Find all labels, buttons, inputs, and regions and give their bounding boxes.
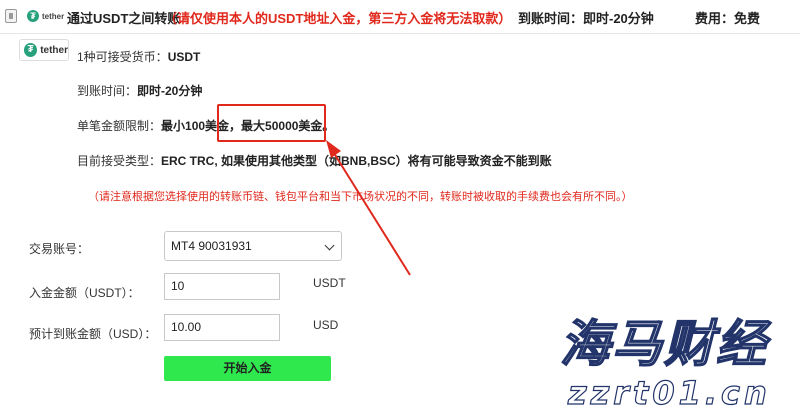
tether-logo-badge: ₮ tether: [19, 39, 69, 61]
account-label: 交易账号：: [29, 242, 90, 256]
type-label: 目前接受类型：: [77, 154, 162, 168]
fee-text: 费用：免费: [695, 11, 761, 26]
arrival-time: 到账时间：即时-20分钟: [518, 11, 654, 26]
type-line: 目前接受类型：ERC TRC, 如果使用其他类型（如BNB,BSC）将有可能导致…: [77, 152, 552, 169]
start-deposit-button[interactable]: 开始入金: [164, 356, 331, 381]
currency-value: USDT: [167, 50, 201, 64]
tether-mini-wordmark: tether: [42, 11, 65, 21]
tether-coin-icon: ₮: [27, 10, 39, 22]
fee-note: （请注意根据您选择使用的转账币链、钱包平台和当下市场状况的不同，转账时被收取的手…: [88, 191, 633, 203]
estimate-amount-input[interactable]: 10.00: [164, 314, 280, 341]
deposit-amount-input[interactable]: 10: [164, 273, 280, 300]
currency-line: 1种可接受货币：USDT: [77, 48, 200, 65]
deposit-unit: USDT: [313, 276, 346, 290]
tether-coin-icon: ₮: [24, 43, 38, 57]
deposit-label: 入金金额（USDT）：: [29, 286, 140, 300]
watermark-site: zzrt01.cn: [567, 374, 771, 412]
third-party-warning: （请仅使用本人的USDT地址入金，第三方入金将无法取款）: [164, 11, 512, 26]
account-select-value: MT4 90031931: [171, 239, 252, 253]
account-select[interactable]: MT4 90031931: [164, 231, 342, 261]
limit-label: 单笔金额限制：: [77, 119, 162, 133]
highlight-annotation-box: [217, 104, 326, 142]
time-line: 到账时间：即时-20分钟: [77, 82, 202, 99]
tether-wordmark: tether: [40, 44, 68, 56]
sidebar-toggle-icon[interactable]: [5, 9, 17, 23]
top-bar: ₮ tether 通过USDT之间转账 （请仅使用本人的USDT地址入金，第三方…: [0, 0, 800, 34]
type-value: ERC TRC, 如果使用其他类型（如BNB,BSC）将有可能导致资金不能到账: [161, 154, 552, 168]
tether-mini-logo: ₮ tether: [27, 9, 64, 23]
estimate-label: 预计到账金额（USD）：: [29, 327, 157, 341]
chevron-down-icon: [324, 240, 335, 251]
estimate-unit: USD: [313, 318, 339, 332]
currency-label: 1种可接受货币：: [77, 50, 168, 64]
time-value: 即时-20分钟: [137, 84, 203, 98]
time-label: 到账时间：: [77, 84, 138, 98]
watermark: 海马财经 zzrt01.cn: [559, 315, 800, 412]
watermark-brand: 海马财经: [559, 315, 768, 373]
